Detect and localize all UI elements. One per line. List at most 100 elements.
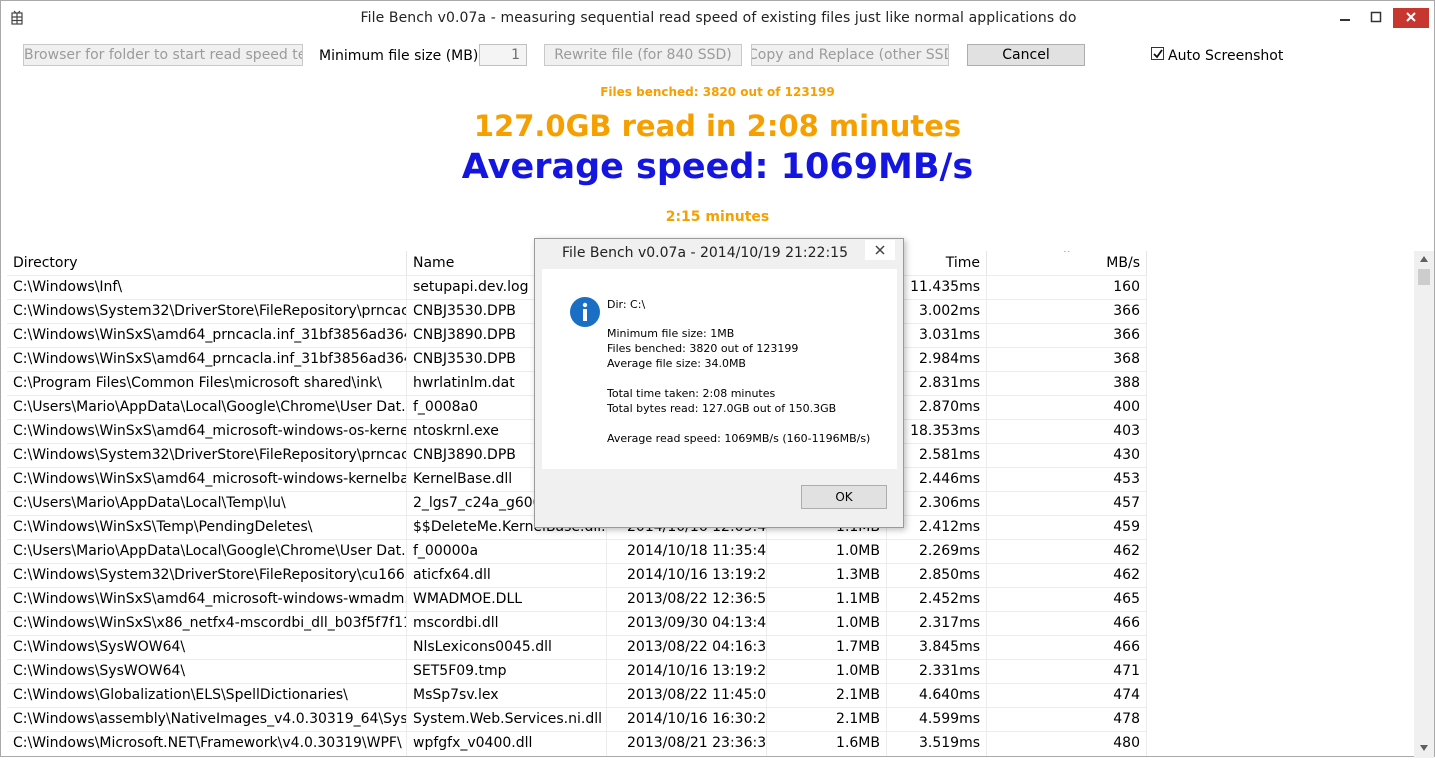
cell-time: 2.269ms <box>887 540 987 564</box>
cell-date: 2013/08/22 11:45:07 <box>607 684 767 708</box>
cell-directory: C:\Windows\SysWOW64\ <box>7 660 407 684</box>
cell-name: MsSp7sv.lex <box>407 684 607 708</box>
title-bar[interactable]: File Bench v0.07a - measuring sequential… <box>1 1 1434 35</box>
cell-directory: C:\Windows\WinSxS\x86_netfx4-mscordbi_dl… <box>7 612 407 636</box>
cell-date: 2014/10/16 16:30:29 <box>607 708 767 732</box>
cell-time: 4.640ms <box>887 684 987 708</box>
dialog-close-button[interactable] <box>865 240 895 260</box>
cell-directory: C:\Windows\WinSxS\amd64_prncacla.inf_31b… <box>7 324 407 348</box>
cell-size: 2.1MB <box>767 684 887 708</box>
rewrite-file-button[interactable]: Rewrite file (for 840 SSD) <box>544 44 742 66</box>
cell-size: 2.1MB <box>767 708 887 732</box>
table-row[interactable]: C:\Windows\SysWOW64\ NlsLexicons0045.dll 2… <box>7 635 1147 660</box>
table-row[interactable]: C:\Windows\SysWOW64\ SET5F09.tmp 2014/10/1… <box>7 659 1147 684</box>
dialog-avg-speed-text: Average read speed: 1069MB/s (160-1196MB… <box>607 432 871 445</box>
cell-directory: C:\Windows\Globalization\ELS\SpellDictio… <box>7 684 407 708</box>
dialog-total-bytes-text: Total bytes read: 127.0GB out of 150.3GB <box>607 402 837 415</box>
cell-directory: C:\Windows\WinSxS\amd64_prncacla.inf_31b… <box>7 348 407 372</box>
cell-directory: C:\Windows\WinSxS\amd64_microsoft-window… <box>7 420 407 444</box>
cell-mbs: 388 <box>987 372 1147 396</box>
cell-size: 1.0MB <box>767 540 887 564</box>
cell-directory: C:\Windows\Microsoft.NET\Framework\v4.0.… <box>7 732 407 756</box>
browse-folder-button[interactable]: Browser for folder to start read speed t… <box>23 44 303 66</box>
cell-date: 2014/10/16 13:19:26 <box>607 660 767 684</box>
cell-mbs: 366 <box>987 324 1147 348</box>
vertical-scrollbar[interactable] <box>1414 251 1434 758</box>
cell-name: aticfx64.dll <box>407 564 607 588</box>
cell-time: 2.850ms <box>887 564 987 588</box>
cell-date: 2014/10/16 13:19:26 <box>607 564 767 588</box>
dialog-avg-file-size-text: Average file size: 34.0MB <box>607 357 746 370</box>
cancel-button[interactable]: Cancel <box>967 44 1085 66</box>
results-dialog: File Bench v0.07a - 2014/10/19 21:22:15 … <box>534 238 904 528</box>
cell-mbs: 471 <box>987 660 1147 684</box>
copy-replace-button[interactable]: Copy and Replace (other SSD) <box>751 44 949 66</box>
average-speed-text: Average speed: 1069MB/s <box>461 147 974 187</box>
cell-name: f_00000a <box>407 540 607 564</box>
cell-mbs: 453 <box>987 468 1147 492</box>
cell-directory: C:\Users\Mario\AppData\Local\Temp\lu\ <box>7 492 407 516</box>
checkmark-icon <box>1153 49 1163 59</box>
cell-directory: C:\Windows\System32\DriverStore\FileRepo… <box>7 444 407 468</box>
close-icon <box>875 245 885 255</box>
files-benched-text: Files benched: 3820 out of 123199 <box>600 85 835 99</box>
table-row[interactable]: C:\Windows\Microsoft.NET\Framework\v4.0.… <box>7 731 1147 756</box>
cell-mbs: 474 <box>987 684 1147 708</box>
cell-size: 1.1MB <box>767 588 887 612</box>
dialog-total-time-text: Total time taken: 2:08 minutes <box>607 387 776 400</box>
cell-mbs: 466 <box>987 612 1147 636</box>
info-icon <box>569 296 601 328</box>
cell-date: 2013/08/22 04:16:32 <box>607 636 767 660</box>
cell-time: 4.599ms <box>887 708 987 732</box>
column-header-mbs[interactable]: ^ MB/s <box>987 251 1147 275</box>
minimize-icon <box>1340 19 1350 21</box>
close-window-button[interactable] <box>1393 8 1429 28</box>
ok-button[interactable]: OK <box>801 485 887 509</box>
table-row[interactable]: C:\Users\Mario\AppData\Local\Google\Chro… <box>7 539 1147 564</box>
cell-mbs: 462 <box>987 540 1147 564</box>
maximize-icon <box>1370 11 1382 23</box>
window-title: File Bench v0.07a - measuring sequential… <box>360 10 1077 26</box>
cell-date: 2013/08/21 23:36:38 <box>607 732 767 756</box>
cell-mbs: 462 <box>987 564 1147 588</box>
cell-directory: C:\Windows\System32\DriverStore\FileRepo… <box>7 300 407 324</box>
table-row[interactable]: C:\Windows\System32\DriverStore\FileRepo… <box>7 563 1147 588</box>
column-header-directory[interactable]: Directory <box>7 251 407 275</box>
cell-mbs: 368 <box>987 348 1147 372</box>
cell-directory: C:\Windows\WinSxS\Temp\PendingDeletes\ <box>7 516 407 540</box>
cell-date: 2014/10/18 11:35:43 <box>607 540 767 564</box>
cell-directory: C:\Windows\Inf\ <box>7 276 407 300</box>
close-icon <box>1406 12 1416 22</box>
scroll-down-icon <box>1420 745 1428 751</box>
cell-name: NlsLexicons0045.dll <box>407 636 607 660</box>
cell-name: WMADMOE.DLL <box>407 588 607 612</box>
cell-date: 2013/08/22 12:36:54 <box>607 588 767 612</box>
table-row[interactable]: C:\Windows\assembly\NativeImages_v4.0.30… <box>7 707 1147 732</box>
cell-time: 2.452ms <box>887 588 987 612</box>
auto-screenshot-label[interactable]: Auto Screenshot <box>1168 48 1283 64</box>
table-row[interactable]: C:\Windows\Globalization\ELS\SpellDictio… <box>7 683 1147 708</box>
cell-directory: C:\Users\Mario\AppData\Local\Google\Chro… <box>7 540 407 564</box>
cell-directory: C:\Windows\WinSxS\amd64_microsoft-window… <box>7 468 407 492</box>
cell-size: 1.0MB <box>767 660 887 684</box>
table-row[interactable]: C:\Windows\WinSxS\amd64_microsoft-window… <box>7 587 1147 612</box>
table-row[interactable]: C:\Windows\WinSxS\x86_netfx4-mscordbi_dl… <box>7 611 1147 636</box>
minimize-button[interactable] <box>1331 9 1359 27</box>
scroll-up-icon <box>1420 256 1428 262</box>
cell-name: wpfgfx_v0400.dll <box>407 732 607 756</box>
elapsed-time-text: 2:15 minutes <box>665 209 770 225</box>
min-file-size-input[interactable]: 1 <box>479 44 527 66</box>
cell-mbs: 466 <box>987 636 1147 660</box>
dialog-body: Dir: C:\ Minimum file size: 1MB Files be… <box>542 269 897 469</box>
app-window: File Bench v0.07a - measuring sequential… <box>0 0 1435 758</box>
maximize-button[interactable] <box>1362 9 1390 27</box>
cell-mbs: 465 <box>987 588 1147 612</box>
cell-mbs: 366 <box>987 300 1147 324</box>
cell-size: 1.0MB <box>767 612 887 636</box>
toolbar: Browser for folder to start read speed t… <box>1 37 1434 73</box>
cell-mbs: 160 <box>987 276 1147 300</box>
cell-name: SET5F09.tmp <box>407 660 607 684</box>
cell-mbs: 480 <box>987 732 1147 756</box>
cell-size: 1.7MB <box>767 636 887 660</box>
auto-screenshot-checkbox[interactable] <box>1151 47 1164 60</box>
